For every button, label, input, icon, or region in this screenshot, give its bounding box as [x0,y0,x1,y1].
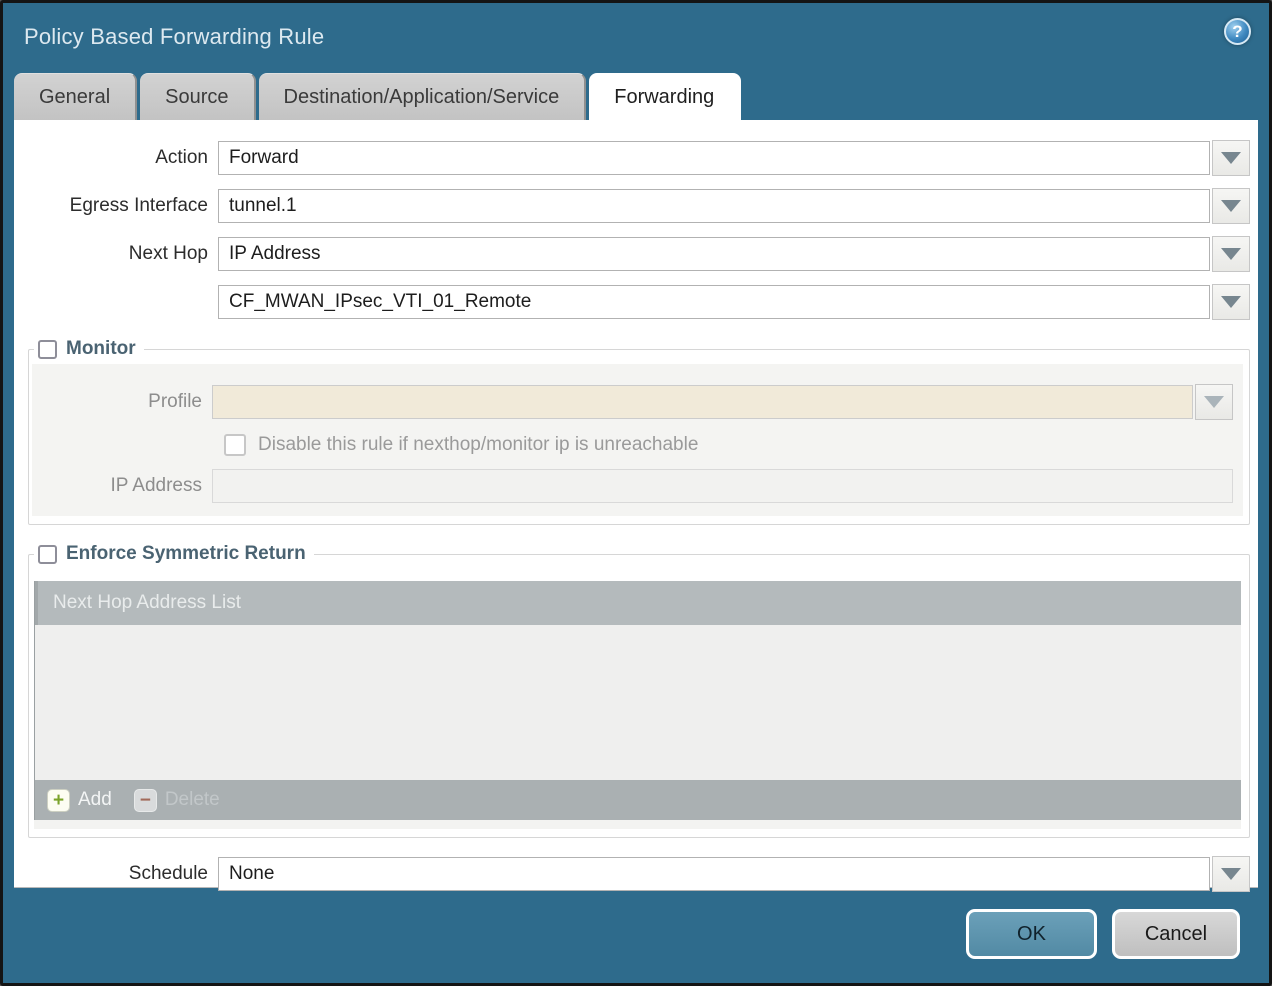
action-dropdown-button[interactable] [1212,140,1250,176]
monitor-ip-address-label: IP Address [32,475,212,497]
dialog-titlebar: Policy Based Forwarding Rule ? [3,3,1269,70]
plus-icon: + [47,789,70,812]
enforce-symmetric-return-checkbox[interactable] [38,545,57,564]
egress-interface-select[interactable]: tunnel.1 [218,189,1210,223]
dialog-footer: OK Cancel [3,885,1269,983]
next-hop-row: Next Hop IP Address [28,236,1250,272]
monitor-checkbox[interactable] [38,340,57,359]
dialog-title: Policy Based Forwarding Rule [24,24,324,50]
chevron-down-icon [1221,868,1241,880]
egress-interface-row: Egress Interface tunnel.1 [28,188,1250,224]
ok-button[interactable]: OK [966,909,1097,959]
chevron-down-icon [1221,200,1241,212]
action-row: Action Forward [28,140,1250,176]
chevron-down-icon [1221,152,1241,164]
schedule-label: Schedule [28,863,218,885]
egress-interface-dropdown-button[interactable] [1212,188,1250,224]
next-hop-address-list-table: Next Hop Address List + Add − Delete [34,581,1241,820]
chevron-down-icon [1221,296,1241,308]
next-hop-dropdown-button[interactable] [1212,236,1250,272]
help-icon[interactable]: ? [1224,18,1251,45]
enforce-symmetric-return-legend-label: Enforce Symmetric Return [66,543,306,565]
enforce-symmetric-return-group: Enforce Symmetric Return Next Hop Addres… [28,543,1250,838]
chevron-down-icon [1204,396,1224,408]
chevron-down-icon [1221,248,1241,260]
action-label: Action [28,147,218,169]
next-hop-address-list-toolbar: + Add − Delete [35,780,1241,820]
delete-button: − Delete [134,789,220,812]
disable-rule-checkbox [224,434,246,456]
enforce-symmetric-return-legend: Enforce Symmetric Return [34,543,314,565]
tab-destination-application-service[interactable]: Destination/Application/Service [259,73,587,120]
tab-strip: General Source Destination/Application/S… [14,73,1269,120]
action-select[interactable]: Forward [218,141,1210,175]
cancel-button[interactable]: Cancel [1112,909,1240,959]
profile-select [212,385,1193,419]
next-hop-address-row: CF_MWAN_IPsec_VTI_01_Remote [28,284,1250,320]
table-underlay [34,820,1241,829]
next-hop-address-list-body[interactable] [35,625,1241,780]
next-hop-address-dropdown-button[interactable] [1212,284,1250,320]
profile-dropdown-button [1195,384,1233,420]
monitor-ip-address-input [212,469,1233,503]
tab-general[interactable]: General [14,73,137,120]
tab-forwarding[interactable]: Forwarding [589,73,741,120]
minus-icon: − [134,789,157,812]
monitor-ip-address-row: IP Address [32,468,1233,504]
policy-based-forwarding-dialog: Policy Based Forwarding Rule ? General S… [0,0,1272,986]
egress-interface-label: Egress Interface [28,195,218,217]
delete-button-label: Delete [165,789,220,811]
monitor-legend-label: Monitor [66,338,136,360]
next-hop-address-select[interactable]: CF_MWAN_IPsec_VTI_01_Remote [218,285,1210,319]
disable-rule-label: Disable this rule if nexthop/monitor ip … [258,434,698,456]
monitor-legend: Monitor [34,338,144,360]
next-hop-select[interactable]: IP Address [218,237,1210,271]
profile-row: Profile [32,384,1233,420]
next-hop-label: Next Hop [28,243,218,265]
add-button[interactable]: + Add [47,789,112,812]
profile-label: Profile [32,391,212,413]
monitor-panel: Profile Disable this rule if nexthop/mon… [32,364,1243,516]
disable-rule-row: Disable this rule if nexthop/monitor ip … [224,434,1233,456]
next-hop-address-list-header: Next Hop Address List [35,581,1241,625]
tab-source[interactable]: Source [140,73,255,120]
monitor-group: Monitor Profile Disable this rule if nex… [28,338,1250,525]
add-button-label: Add [78,789,112,811]
forwarding-tab-panel: Action Forward Egress Interface tunnel.1… [14,120,1258,888]
